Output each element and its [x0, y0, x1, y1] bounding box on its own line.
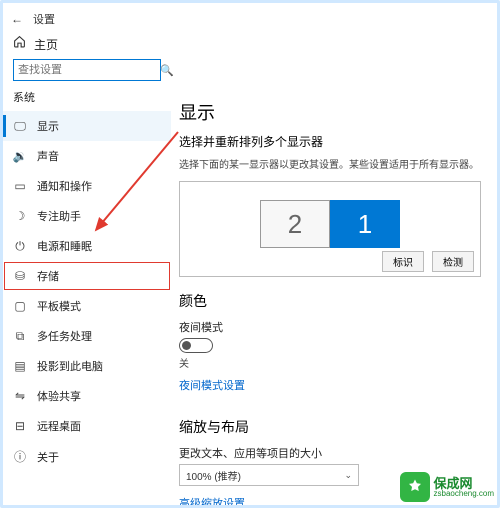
monitor-1[interactable]: 1: [330, 200, 400, 248]
search-input[interactable]: 🔍: [13, 59, 161, 81]
sidebar-item-sound[interactable]: 🔉声音: [3, 141, 171, 171]
sidebar-item-projecting[interactable]: ▤投影到此电脑: [3, 351, 171, 381]
sidebar-item-power[interactable]: ⏻电源和睡眠: [3, 231, 171, 261]
scale-label: 更改文本、应用等项目的大小: [179, 445, 481, 461]
home-icon[interactable]: [13, 35, 26, 53]
night-mode-state: 关: [179, 355, 481, 370]
watermark: 保成网 zsbaocheng.com: [400, 472, 494, 502]
sidebar-item-about[interactable]: ⓘ关于: [3, 441, 171, 472]
sidebar-item-focus[interactable]: ☽专注助手: [3, 201, 171, 231]
night-mode-settings-link[interactable]: 夜间模式设置: [179, 377, 245, 393]
rearrange-heading: 选择并重新排列多个显示器: [179, 133, 481, 150]
sound-icon: 🔉: [13, 149, 27, 163]
notifications-icon: ▭: [13, 179, 27, 193]
watermark-title: 保成网: [434, 477, 494, 490]
watermark-logo-icon: [400, 472, 430, 502]
power-icon: ⏻: [13, 239, 27, 254]
content-pane: 显示 选择并重新排列多个显示器 选择下面的某一显示器以更改其设置。某些设置适用于…: [171, 89, 497, 505]
page-title: 显示: [179, 99, 481, 125]
shared-icon: ⇋: [13, 389, 27, 403]
scale-section-heading: 缩放与布局: [179, 417, 481, 437]
sidebar-item-storage[interactable]: ⛁存储: [3, 261, 171, 291]
home-label[interactable]: 主页: [34, 36, 58, 53]
sidebar-item-shared[interactable]: ⇋体验共享: [3, 381, 171, 411]
sidebar-item-tablet[interactable]: ▢平板模式: [3, 291, 171, 321]
detect-button[interactable]: 检测: [432, 251, 474, 272]
tablet-icon: ▢: [13, 299, 27, 313]
monitor-arrangement[interactable]: 2 1 标识 检测: [179, 181, 481, 277]
remote-icon: ⊟: [13, 419, 27, 433]
back-arrow-icon[interactable]: ←: [11, 12, 23, 26]
sidebar-item-display[interactable]: 🖵显示: [3, 111, 171, 141]
sidebar-section: 系统: [3, 89, 171, 111]
chevron-down-icon: ⌄: [344, 470, 352, 481]
project-icon: ▤: [13, 359, 27, 373]
focus-icon: ☽: [13, 209, 27, 223]
sidebar-item-remote[interactable]: ⊟远程桌面: [3, 411, 171, 441]
multitask-icon: ⧉: [13, 329, 27, 344]
identify-button[interactable]: 标识: [382, 251, 424, 272]
scale-dropdown[interactable]: 100% (推荐)⌄: [179, 464, 359, 486]
window-title: 设置: [33, 11, 55, 27]
search-icon: 🔍: [160, 64, 174, 77]
advanced-scale-link[interactable]: 高级缩放设置: [179, 495, 245, 505]
monitor-2[interactable]: 2: [260, 200, 330, 248]
night-mode-label: 夜间模式: [179, 319, 481, 335]
watermark-url: zsbaocheng.com: [434, 490, 494, 498]
sidebar: 系统 🖵显示 🔉声音 ▭通知和操作 ☽专注助手 ⏻电源和睡眠 ⛁存储 ▢平板模式…: [3, 89, 171, 505]
display-icon: 🖵: [13, 119, 27, 134]
sidebar-item-notifications[interactable]: ▭通知和操作: [3, 171, 171, 201]
color-section-heading: 颜色: [179, 291, 481, 311]
rearrange-desc: 选择下面的某一显示器以更改其设置。某些设置适用于所有显示器。: [179, 156, 481, 171]
sidebar-item-multitask[interactable]: ⧉多任务处理: [3, 321, 171, 351]
night-mode-toggle[interactable]: [179, 338, 213, 353]
about-icon: ⓘ: [13, 448, 27, 465]
storage-icon: ⛁: [13, 269, 27, 283]
